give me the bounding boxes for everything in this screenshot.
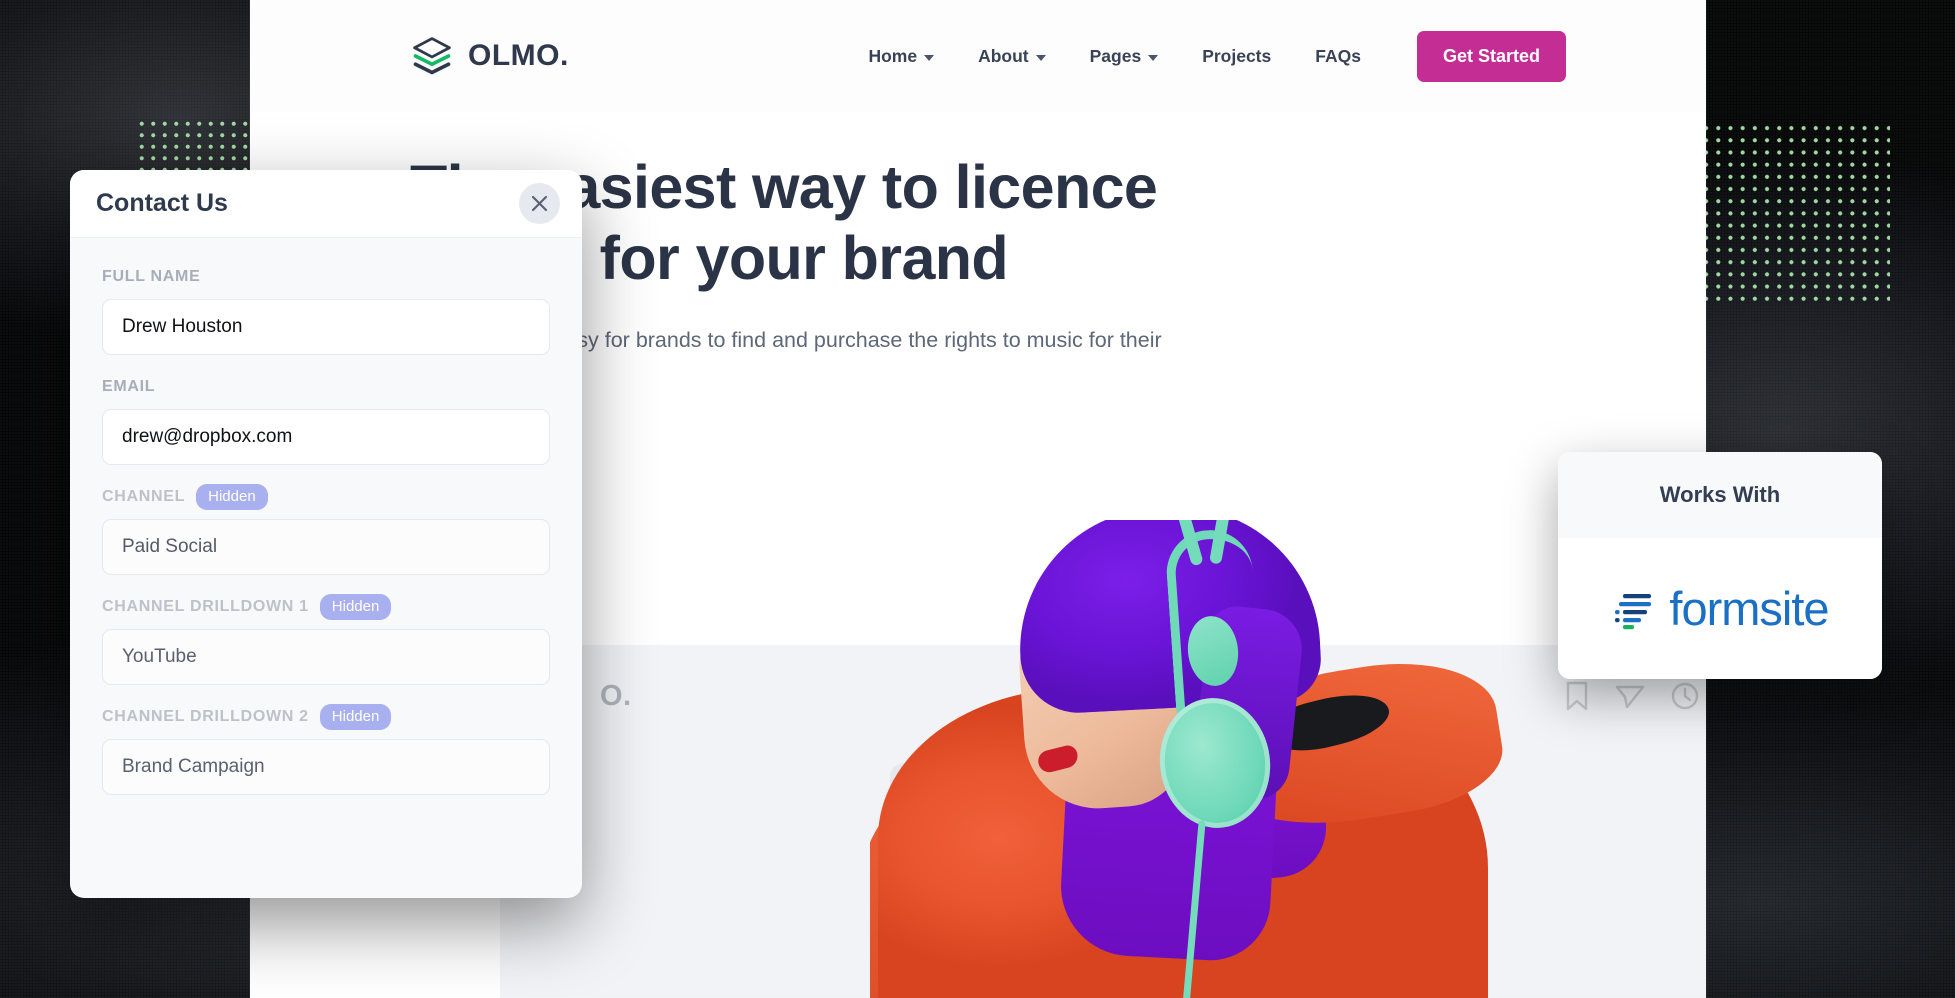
field-label-row: CHANNEL Hidden: [102, 484, 550, 510]
field-label: CHANNEL: [102, 488, 186, 505]
field-label-row: EMAIL: [102, 374, 550, 400]
email-input[interactable]: drew@dropbox.com: [102, 409, 550, 465]
hidden-badge: Hidden: [319, 594, 392, 620]
field-label-row: CHANNEL DRILLDOWN 1 Hidden: [102, 594, 550, 620]
nav-item-faqs[interactable]: FAQs: [1293, 46, 1383, 67]
hidden-badge: Hidden: [319, 704, 392, 730]
nav-label: Home: [868, 45, 918, 66]
field-label-row: FULL NAME: [102, 264, 550, 290]
formsite-lines-icon: [1615, 593, 1652, 629]
chevron-down-icon: [924, 55, 935, 61]
field-label: CHANNEL DRILLDOWN 1: [102, 598, 309, 615]
close-button[interactable]: [519, 183, 560, 224]
clock-icon[interactable]: [1670, 681, 1700, 711]
field-label-row: CHANNEL DRILLDOWN 2 Hidden: [102, 704, 550, 730]
contact-us-modal: Contact Us FULL NAME Drew Houston EMAIL …: [70, 170, 582, 898]
field-full-name: FULL NAME Drew Houston: [102, 264, 550, 355]
nav-item-home[interactable]: Home: [846, 46, 956, 67]
bookmark-icon[interactable]: [1564, 681, 1590, 711]
full-name-input[interactable]: Drew Houston: [102, 299, 550, 355]
works-with-partner[interactable]: formsite: [1558, 538, 1882, 679]
get-started-button[interactable]: Get Started: [1416, 30, 1566, 82]
chevron-down-icon: [1035, 55, 1046, 61]
works-with-heading: Works With: [1558, 452, 1882, 538]
paper-plane-icon[interactable]: [1614, 681, 1646, 711]
chevron-down-icon: [1148, 55, 1159, 61]
field-label: CHANNEL DRILLDOWN 2: [102, 708, 309, 725]
channel-drilldown-1-input[interactable]: YouTube: [102, 629, 550, 685]
field-label: FULL NAME: [102, 268, 201, 285]
nav-label: Projects: [1202, 45, 1272, 66]
field-channel-drilldown-1: CHANNEL DRILLDOWN 1 Hidden YouTube: [102, 594, 550, 685]
modal-body: FULL NAME Drew Houston EMAIL drew@dropbo…: [70, 238, 582, 795]
brand-name: OLMO.: [468, 39, 569, 72]
modal-header: Contact Us: [70, 170, 582, 238]
formsite-wordmark: formsite: [1669, 582, 1829, 635]
field-label: EMAIL: [102, 378, 156, 395]
hero-photo-model-with-headphones: [870, 520, 1510, 998]
channel-input[interactable]: Paid Social: [102, 519, 550, 575]
nav-label: Pages: [1089, 45, 1142, 66]
modal-title: Contact Us: [96, 189, 228, 217]
field-email: EMAIL drew@dropbox.com: [102, 374, 550, 465]
close-x-icon: [531, 195, 548, 212]
field-channel: CHANNEL Hidden Paid Social: [102, 484, 550, 575]
nav-item-pages[interactable]: Pages: [1068, 46, 1181, 67]
main-nav: Home About Pages Projects FAQs Get Start…: [846, 30, 1706, 82]
field-channel-drilldown-2: CHANNEL DRILLDOWN 2 Hidden Brand Campaig…: [102, 704, 550, 795]
brand-logo[interactable]: OLMO.: [410, 34, 569, 78]
site-header: OLMO. Home About Pages Projects FAQs Get…: [250, 0, 1706, 112]
nav-label: About: [978, 45, 1029, 66]
works-with-card: Works With formsite: [1558, 452, 1882, 679]
channel-drilldown-2-input[interactable]: Brand Campaign: [102, 739, 550, 795]
nav-item-about[interactable]: About: [956, 46, 1068, 67]
hidden-badge: Hidden: [196, 484, 268, 510]
app-preview-toolbar: [1564, 681, 1700, 711]
app-preview-logo: O.: [600, 680, 632, 712]
layers-stack-icon: [413, 37, 451, 75]
nav-label: FAQs: [1315, 45, 1361, 66]
nav-item-projects[interactable]: Projects: [1180, 46, 1293, 67]
